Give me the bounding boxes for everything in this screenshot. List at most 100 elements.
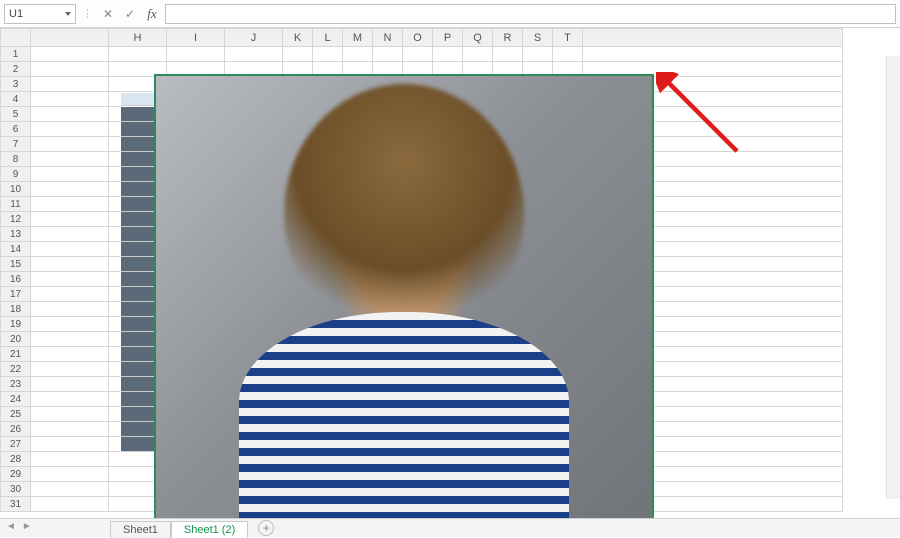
cell[interactable] [493,47,523,62]
row-header[interactable]: 11 [1,197,31,212]
row-header[interactable]: 3 [1,77,31,92]
insert-function-button[interactable]: fx [143,5,161,23]
sheet-tab[interactable]: Sheet1 [110,521,171,538]
row-header[interactable]: 31 [1,497,31,512]
row-header[interactable]: 1 [1,47,31,62]
row-header[interactable]: 27 [1,437,31,452]
cell[interactable] [313,47,343,62]
chevron-right-icon[interactable]: ► [22,521,32,532]
row-header[interactable]: 16 [1,272,31,287]
cell[interactable] [283,47,313,62]
cell[interactable] [343,47,373,62]
cell[interactable] [31,482,109,497]
sheet-tab[interactable]: Sheet1 (2) [171,521,248,538]
row-header[interactable]: 18 [1,302,31,317]
cell[interactable] [31,437,109,452]
column-header[interactable]: L [313,29,343,47]
row-header[interactable]: 19 [1,317,31,332]
row-header[interactable]: 9 [1,167,31,182]
column-header[interactable]: H [109,29,167,47]
formula-input[interactable] [165,4,896,24]
cell[interactable] [463,47,493,62]
cell[interactable] [31,122,109,137]
cell[interactable] [31,377,109,392]
cell[interactable] [31,257,109,272]
cell[interactable] [31,92,109,107]
cell[interactable] [31,272,109,287]
confirm-formula-button[interactable]: ✓ [121,5,139,23]
name-box[interactable]: U1 [4,4,76,24]
row-header[interactable]: 14 [1,242,31,257]
cell[interactable] [31,422,109,437]
add-sheet-button[interactable]: + [258,520,274,536]
row-header[interactable]: 15 [1,257,31,272]
cell[interactable] [31,227,109,242]
cell[interactable] [31,77,109,92]
select-all-corner[interactable] [1,29,31,47]
row-header[interactable]: 2 [1,62,31,77]
row-header[interactable]: 12 [1,212,31,227]
row-header[interactable]: 21 [1,347,31,362]
cell[interactable] [31,347,109,362]
row-header[interactable]: 10 [1,182,31,197]
embedded-image[interactable] [154,74,654,518]
cell[interactable] [31,317,109,332]
cell[interactable] [31,212,109,227]
row-header[interactable]: 23 [1,377,31,392]
row-header[interactable]: 26 [1,422,31,437]
row-header[interactable]: 30 [1,482,31,497]
cell[interactable] [225,47,283,62]
column-header[interactable]: R [493,29,523,47]
chevron-down-icon[interactable] [65,12,71,16]
column-header[interactable]: Q [463,29,493,47]
cell[interactable] [31,407,109,422]
row-header[interactable]: 17 [1,287,31,302]
row-header[interactable]: 28 [1,452,31,467]
column-header[interactable]: P [433,29,463,47]
cell[interactable] [553,47,583,62]
cell[interactable] [167,47,225,62]
cell[interactable] [31,107,109,122]
cell[interactable] [31,242,109,257]
worksheet-grid[interactable]: HIJKLMNOPQRST123456789101112131415161718… [0,28,900,518]
chevron-left-icon[interactable]: ◄ [6,521,16,532]
cell[interactable] [373,47,403,62]
cell[interactable] [31,167,109,182]
column-header[interactable]: K [283,29,313,47]
vertical-scrollbar[interactable] [886,56,900,499]
cell[interactable] [31,197,109,212]
cell[interactable] [31,302,109,317]
column-header[interactable]: O [403,29,433,47]
row-header[interactable]: 13 [1,227,31,242]
cell[interactable] [31,47,109,62]
cell[interactable] [31,467,109,482]
column-header[interactable]: S [523,29,553,47]
cancel-formula-button[interactable]: ✕ [99,5,117,23]
row-header[interactable]: 5 [1,107,31,122]
row-header[interactable]: 25 [1,407,31,422]
cell[interactable] [433,47,463,62]
row-header[interactable]: 29 [1,467,31,482]
cell[interactable] [31,497,109,512]
cell[interactable] [31,182,109,197]
cell[interactable] [31,62,109,77]
row-header[interactable]: 7 [1,137,31,152]
cell[interactable] [109,47,167,62]
cell[interactable] [31,332,109,347]
column-header[interactable]: I [167,29,225,47]
cell[interactable] [31,152,109,167]
cell[interactable] [403,47,433,62]
column-header[interactable]: N [373,29,403,47]
row-header[interactable]: 8 [1,152,31,167]
column-header[interactable]: M [343,29,373,47]
cell[interactable] [31,452,109,467]
sheet-nav-buttons[interactable]: ◄ ► [6,521,32,532]
cell[interactable] [31,287,109,302]
cell[interactable] [31,392,109,407]
cell[interactable] [31,362,109,377]
cell[interactable] [583,47,843,62]
cell[interactable] [523,47,553,62]
cell[interactable] [31,137,109,152]
column-header[interactable]: T [553,29,583,47]
column-header[interactable]: J [225,29,283,47]
